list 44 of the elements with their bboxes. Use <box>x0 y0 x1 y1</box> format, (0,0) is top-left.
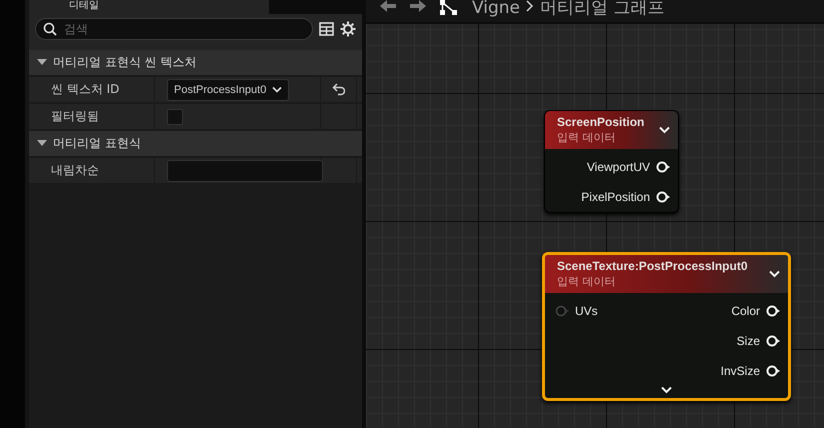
expand-arrow-icon[interactable] <box>37 138 47 148</box>
property-label: 씬 텍스처 ID <box>51 81 120 98</box>
section-title: 머티리얼 표현식 <box>53 135 141 152</box>
panel-tab[interactable]: 디테일 <box>29 0 269 14</box>
section-title: 머티리얼 표현식 씬 텍스처 <box>53 54 196 71</box>
output-pin-icon <box>766 334 780 346</box>
chevron-down-icon[interactable] <box>769 270 780 278</box>
input-field[interactable] <box>167 160 323 182</box>
pin-label: PixelPosition <box>581 190 650 204</box>
pin-label: Color <box>731 304 760 318</box>
pin-label: Size <box>736 334 760 348</box>
graph-node[interactable]: SceneTexture:PostProcessInput0 입력 데이터 UVs Color Size InvSize <box>542 252 791 401</box>
pin-label: ViewportUV <box>586 160 650 174</box>
graph-node[interactable]: ScreenPosition 입력 데이터 ViewportUV PixelPosition <box>544 110 679 213</box>
output-pin-icon <box>656 190 670 202</box>
pin-label: UVs <box>575 304 598 318</box>
expand-arrow-icon[interactable] <box>37 58 47 68</box>
breadcrumb-item[interactable]: 머티리얼 그래프 <box>540 0 664 17</box>
reset-arrow-icon[interactable] <box>332 83 345 96</box>
node-title: ScreenPosition <box>557 115 646 129</box>
graph-nodes-icon <box>440 0 458 16</box>
output-pin-icon <box>766 304 780 316</box>
forward-arrow-icon[interactable] <box>410 0 426 12</box>
settings-icon <box>340 21 356 37</box>
search-field[interactable]: 검색 <box>35 18 313 40</box>
back-arrow-icon[interactable] <box>380 0 396 12</box>
chevron-down-icon[interactable] <box>661 386 672 394</box>
node-subtitle: 입력 데이터 <box>557 130 616 145</box>
chevron-right-icon <box>526 0 534 12</box>
search-icon <box>43 22 57 36</box>
node-subtitle: 입력 데이터 <box>557 274 616 289</box>
checkbox[interactable] <box>167 108 183 124</box>
output-pin-icon <box>766 364 780 376</box>
texture-dropdown[interactable]: PostProcessInput0 <box>167 78 290 100</box>
chevron-down-icon <box>272 86 282 93</box>
property-label: 필터링됨 <box>51 108 99 125</box>
table-view-icon <box>319 22 334 36</box>
node-title: SceneTexture:PostProcessInput0 <box>557 259 749 273</box>
property-label: 내림차순 <box>51 162 99 179</box>
input-pin-icon <box>555 304 569 316</box>
breadcrumb-item[interactable]: Vigne <box>472 0 520 17</box>
output-pin-icon <box>656 160 670 172</box>
chevron-down-icon[interactable] <box>659 126 670 134</box>
pin-label: InvSize <box>720 364 760 378</box>
